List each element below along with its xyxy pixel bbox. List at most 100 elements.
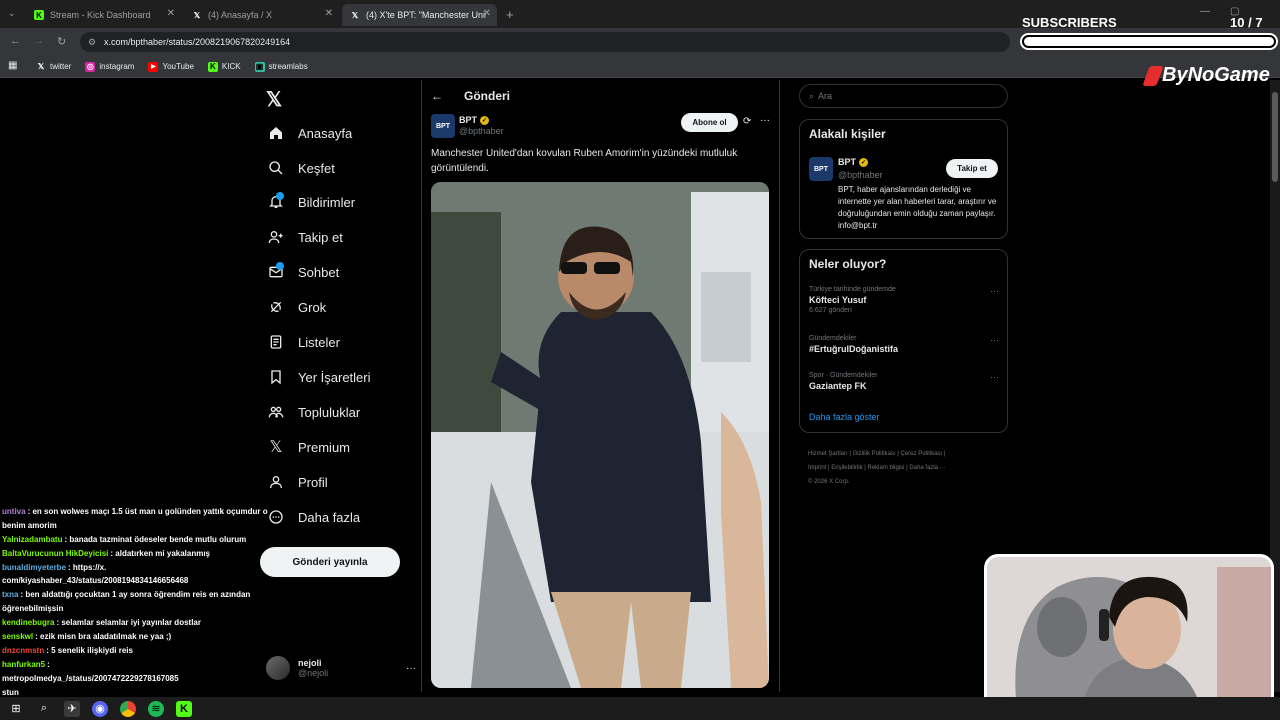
- chat-text: : en son wolwes maçı 1.5 üst man u golün…: [27, 507, 268, 516]
- search-input[interactable]: ⌕ Ara: [799, 84, 1008, 108]
- footer-link[interactable]: Reklam bilgisi: [868, 465, 905, 471]
- author-handle[interactable]: @bpthaber: [459, 126, 504, 136]
- chat-username: hanfurkan5: [2, 659, 46, 669]
- minimize-button[interactable]: —: [1200, 6, 1210, 17]
- app-icon[interactable]: ✈: [64, 700, 80, 717]
- footer-link[interactable]: Imprint: [808, 465, 826, 471]
- grok-icon[interactable]: ⟳: [743, 116, 751, 127]
- scrollbar-thumb[interactable]: [1272, 92, 1278, 182]
- more-icon[interactable]: ···: [990, 335, 999, 345]
- account-switcher[interactable]: nejoli @nejoli ···: [266, 654, 416, 682]
- chat-text: : ben aldattığı çocuktan 1 ay sonra öğre…: [20, 590, 251, 600]
- forward-button[interactable]: →: [33, 35, 44, 47]
- nav-more[interactable]: Daha fazla: [268, 505, 360, 529]
- chat-text: : ezik misn bra aladatılmak ne yaa ;): [35, 632, 172, 642]
- discord-icon[interactable]: ◉: [92, 700, 108, 717]
- post-button[interactable]: Gönderi yayınla: [260, 547, 400, 577]
- profile-icon: [270, 476, 282, 489]
- kick-icon: K: [207, 61, 218, 72]
- bookmark-kick[interactable]: K KICK: [207, 61, 241, 72]
- more-icon[interactable]: ···: [406, 663, 416, 674]
- more-icon[interactable]: ···: [990, 286, 999, 296]
- nav-communities[interactable]: Topluluklar: [268, 400, 360, 424]
- more-icon[interactable]: ···: [990, 372, 999, 382]
- chat-message: hanfurkan5:: [2, 658, 272, 672]
- kick-icon: K: [34, 10, 44, 20]
- author-avatar[interactable]: BPT: [431, 114, 455, 138]
- stream-chat: untiva: en son wolwes maçı 1.5 üst man u…: [2, 505, 272, 699]
- post-text: Manchester United'dan kovulan Ruben Amor…: [431, 148, 738, 174]
- spotify-icon[interactable]: ≋: [148, 700, 164, 717]
- nav-chat[interactable]: Sohbet: [268, 260, 339, 284]
- x-logo-icon[interactable]: 𝕏: [266, 87, 282, 112]
- back-arrow-icon[interactable]: ←: [431, 89, 443, 103]
- bookmark-twitter[interactable]: 𝕏twitter: [36, 62, 72, 72]
- brand-logo: ByNoGame: [1142, 64, 1270, 87]
- nav-premium[interactable]: 𝕏 Premium: [268, 435, 350, 459]
- chat-text: com/kiyashaber_43/status/200819483414665…: [2, 576, 189, 586]
- url-input[interactable]: ⚙ x.com/bpthaber/status/2008219067820249…: [80, 32, 1010, 52]
- close-icon[interactable]: ✕: [325, 8, 333, 19]
- footer-link[interactable]: Daha fazla ···: [909, 465, 945, 471]
- x-icon: 𝕏: [37, 62, 45, 71]
- subscribe-button[interactable]: Abone ol: [681, 113, 738, 132]
- related-name[interactable]: BPT ✓: [838, 157, 868, 167]
- nav-bookmarks[interactable]: Yer İşaretleri: [268, 365, 371, 389]
- instagram-icon: ◎: [85, 61, 96, 72]
- chrome-icon[interactable]: [120, 700, 136, 717]
- new-tab-button[interactable]: +: [506, 7, 514, 22]
- bookmark-youtube[interactable]: ▶ YouTube: [148, 61, 194, 72]
- post-image[interactable]: [431, 182, 769, 688]
- kick-icon[interactable]: K: [176, 700, 192, 717]
- show-more-link[interactable]: Daha fazla göster: [809, 412, 880, 422]
- footer-link[interactable]: Hizmet Şartları: [808, 451, 848, 457]
- youtube-icon: ▶: [148, 61, 159, 72]
- tab-search-icon[interactable]: ⌄: [8, 8, 16, 19]
- chat-message: kendinebugra: selamlar selamlar iyi yayı…: [2, 616, 272, 630]
- nav-notifications[interactable]: Bildirimler: [268, 190, 355, 214]
- nav-profile[interactable]: Profil: [268, 470, 328, 494]
- footer-link[interactable]: Gizlilik Politikası: [853, 451, 896, 457]
- related-handle[interactable]: @bpthaber: [838, 170, 883, 180]
- footer-links: Hizmet Şartları | Gizlilik Politikası | …: [808, 451, 946, 485]
- more-icon[interactable]: ···: [760, 115, 770, 126]
- author-name[interactable]: BPT ✓: [459, 115, 489, 125]
- related-avatar[interactable]: BPT: [809, 157, 833, 181]
- trend-item[interactable]: Türkiye tarihinde gündemde Köfteci Yusuf…: [809, 286, 999, 314]
- close-icon[interactable]: ✕: [167, 8, 175, 19]
- nav-lists[interactable]: Listeler: [268, 330, 340, 354]
- nav-follow[interactable]: Takip et: [268, 225, 343, 249]
- windows-icon[interactable]: ⊞: [8, 701, 24, 717]
- chat-message: senskwl: ezik misn bra aladatılmak ne ya…: [2, 630, 272, 644]
- trend-item[interactable]: Gündemdekiler #ErtuğrulDoğanistifa ···: [809, 335, 999, 354]
- nav-explore[interactable]: Keşfet: [268, 156, 335, 180]
- bookmark-streamlabs[interactable]: ▣ streamlabs: [254, 61, 308, 72]
- site-info-icon[interactable]: ⚙: [88, 32, 96, 52]
- footer-link[interactable]: Erişilebilirlik: [831, 465, 862, 471]
- bookmarks-bar: ▦ 𝕏twitter ◎ instagram ▶ YouTube K KICK ▣ st…: [0, 56, 1280, 78]
- nav-home[interactable]: Anasayfa: [268, 121, 352, 145]
- communities-icon: [268, 406, 284, 418]
- webcam-illustration: [987, 557, 1271, 711]
- chat-message: benim amorim: [2, 519, 272, 533]
- trend-item[interactable]: Spor · Gündemdekiler Gaziantep FK ···: [809, 372, 999, 391]
- apps-icon[interactable]: ▦: [8, 60, 17, 71]
- tab-x-home[interactable]: 𝕏 (4) Anasayfa / X ✕: [184, 4, 339, 26]
- chat-message: öğrenebilmişsin: [2, 602, 272, 616]
- nav-grok[interactable]: Grok: [268, 295, 326, 319]
- search-icon[interactable]: ⌕: [36, 701, 52, 717]
- grok-icon: [270, 301, 282, 313]
- back-button[interactable]: ←: [10, 35, 21, 47]
- tab-x-post[interactable]: 𝕏 (4) X'te BPT: "Manchester Unite ✕: [342, 4, 497, 26]
- search-icon: [269, 161, 283, 175]
- subscribers-count: 10 / 7: [1230, 15, 1263, 30]
- footer-link[interactable]: Çerez Politikası: [901, 451, 943, 457]
- chat-username: senskwl: [2, 632, 34, 642]
- close-icon[interactable]: ✕: [483, 8, 491, 19]
- message-badge: [276, 262, 284, 270]
- bookmark-instagram[interactable]: ◎ instagram: [85, 61, 134, 72]
- chat-message: dnzcnmstn: 5 senelik ilişkiydi reis: [2, 644, 272, 658]
- follow-button[interactable]: Takip et: [946, 159, 998, 178]
- reload-button[interactable]: ↻: [57, 35, 66, 48]
- tab-kick[interactable]: K Stream - Kick Dashboard ✕: [26, 4, 181, 26]
